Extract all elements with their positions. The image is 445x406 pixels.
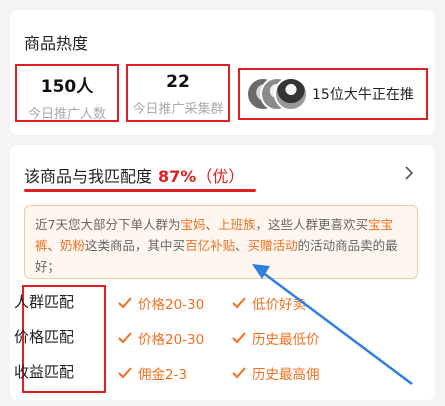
match-card: 该商品与我匹配度 87%（优） 近7天您大部分下单人群为宝妈、上班族，这些人群更喜… — [10, 145, 435, 400]
row-label-audience: 人群匹配 — [14, 293, 75, 311]
insight-text: 这类商品，其中买 — [85, 238, 186, 253]
match-title: 该商品与我匹配度 — [24, 167, 153, 186]
stat-value: 22 — [166, 72, 190, 92]
match-insight: 近7天您大部分下单人群为宝妈、上班族，这些人群更喜欢买宝宝裤、奶粉这类商品，其中… — [24, 205, 418, 279]
tag-text: 佣金2-3 — [138, 367, 188, 383]
check-icon — [118, 367, 132, 379]
row-label-earnings: 收益匹配 — [14, 363, 75, 381]
insight-highlight: 上班族 — [218, 217, 256, 232]
insight-highlight: 奶粉 — [60, 238, 86, 253]
insight-text: 、 — [235, 238, 248, 253]
match-tag: 历史最高佣 — [232, 363, 320, 383]
match-tag: 佣金2-3 — [118, 363, 187, 383]
match-tag: 低价好卖 — [232, 293, 306, 313]
chevron-right-icon[interactable] — [399, 163, 419, 183]
avatar — [274, 77, 308, 111]
influencers-promoting[interactable]: 15位大牛正在推 — [238, 68, 428, 120]
check-icon — [118, 332, 132, 344]
match-rating: （优） — [196, 167, 245, 186]
insight-highlight: 买赠活动 — [247, 238, 298, 253]
match-percent: 87% — [158, 167, 197, 186]
check-icon — [232, 332, 246, 344]
stat-today-promoters[interactable]: 150人 今日推广人数 — [15, 64, 119, 122]
heat-title: 商品热度 — [24, 34, 89, 53]
insight-text: ，这些人群更喜欢买 — [255, 217, 369, 232]
avatar-group — [246, 75, 308, 113]
row-label-price: 价格匹配 — [14, 328, 75, 346]
match-tag: 历史最低价 — [232, 328, 320, 348]
match-header[interactable]: 该商品与我匹配度 87%（优） — [24, 163, 244, 187]
match-underline — [24, 189, 256, 192]
tag-text: 历史最高佣 — [252, 367, 320, 383]
check-icon — [232, 367, 246, 379]
tag-text: 价格20-30 — [138, 297, 205, 313]
tag-text: 价格20-30 — [138, 332, 205, 348]
match-tag: 价格20-30 — [118, 328, 204, 348]
stat-label: 今日推广人数 — [27, 107, 106, 122]
check-icon — [232, 297, 246, 309]
insight-text: 、 — [47, 238, 61, 253]
insight-highlight: 宝妈 — [180, 217, 206, 232]
insight-text: 近7天您大部分下单人群为 — [35, 217, 181, 232]
insight-text: 、 — [205, 217, 218, 232]
heat-card: 商品热度 150人 今日推广人数 22 今日推广采集群 15位大牛正在推 — [10, 10, 435, 135]
stat-collect-groups[interactable]: 22 今日推广采集群 — [126, 64, 230, 122]
influencer-count-text: 15位大牛正在推 — [312, 87, 414, 103]
tag-text: 历史最低价 — [252, 332, 320, 348]
match-tag: 价格20-30 — [118, 293, 204, 313]
stat-value: 150人 — [40, 77, 94, 97]
insight-highlight: 百亿补贴 — [185, 238, 236, 253]
tag-text: 低价好卖 — [252, 297, 306, 313]
stat-label: 今日推广采集群 — [132, 102, 224, 117]
check-icon — [118, 297, 132, 309]
